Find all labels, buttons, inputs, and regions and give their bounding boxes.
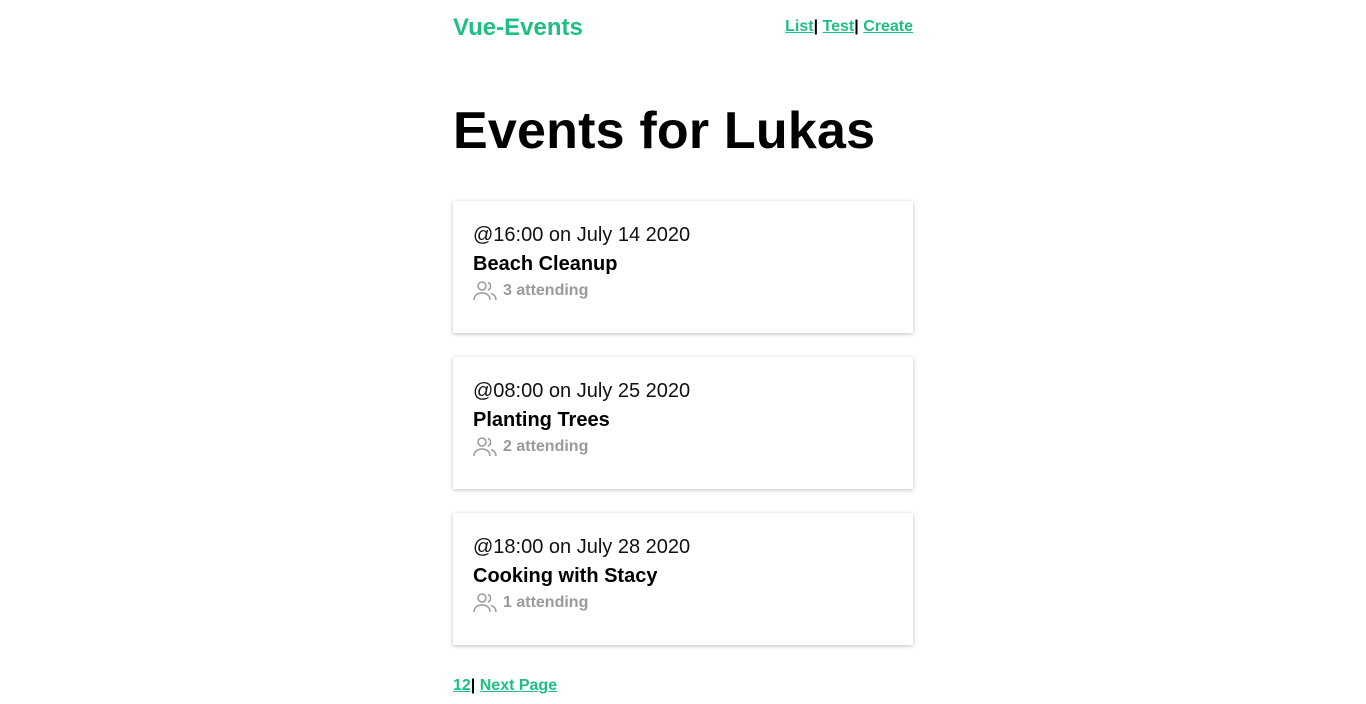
event-title: Planting Trees bbox=[473, 409, 610, 431]
event-attending: 1 attending bbox=[473, 592, 893, 614]
main-container: Vue-Events List| Test| Create Events for… bbox=[453, 0, 913, 694]
nav-link-create[interactable]: Create bbox=[863, 18, 913, 35]
event-title: Cooking with Stacy bbox=[473, 565, 658, 587]
pager-separator: | bbox=[470, 677, 476, 694]
next-page-link[interactable]: Next Page bbox=[480, 677, 557, 694]
page-numbers-link[interactable]: 12 bbox=[453, 677, 471, 694]
event-title: Beach Cleanup bbox=[473, 253, 618, 275]
pagination: 12| Next Page bbox=[453, 677, 557, 695]
event-time: @08:00 on July 25 2020 bbox=[473, 380, 691, 402]
event-attending: 3 attending bbox=[473, 280, 893, 302]
event-card[interactable]: @16:00 on July 14 2020 Beach Cleanup 3 a… bbox=[453, 201, 913, 333]
event-time: @18:00 on July 28 2020 bbox=[473, 536, 691, 558]
nav-links: List| Test| Create bbox=[785, 18, 913, 36]
event-card[interactable]: @18:00 on July 28 2020 Cooking with Stac… bbox=[453, 513, 913, 645]
event-card[interactable]: @08:00 on July 25 2020 Planting Trees 2 … bbox=[453, 357, 913, 489]
nav-separator: | bbox=[854, 18, 859, 35]
users-icon bbox=[473, 593, 497, 613]
event-time: @16:00 on July 14 2020 bbox=[473, 224, 691, 246]
users-icon bbox=[473, 281, 497, 301]
users-icon bbox=[473, 437, 497, 457]
page-title: Events for Lukas bbox=[453, 102, 876, 160]
attending-count: 3 attending bbox=[503, 282, 589, 299]
brand-logo[interactable]: Vue-Events bbox=[453, 14, 583, 42]
attending-count: 2 attending bbox=[503, 438, 589, 455]
nav-link-test[interactable]: Test bbox=[823, 18, 855, 35]
attending-count: 1 attending bbox=[503, 594, 589, 611]
event-attending: 2 attending bbox=[473, 436, 893, 458]
top-nav: Vue-Events List| Test| Create bbox=[453, 0, 913, 60]
nav-link-list[interactable]: List bbox=[785, 18, 813, 35]
nav-separator: | bbox=[813, 18, 819, 35]
